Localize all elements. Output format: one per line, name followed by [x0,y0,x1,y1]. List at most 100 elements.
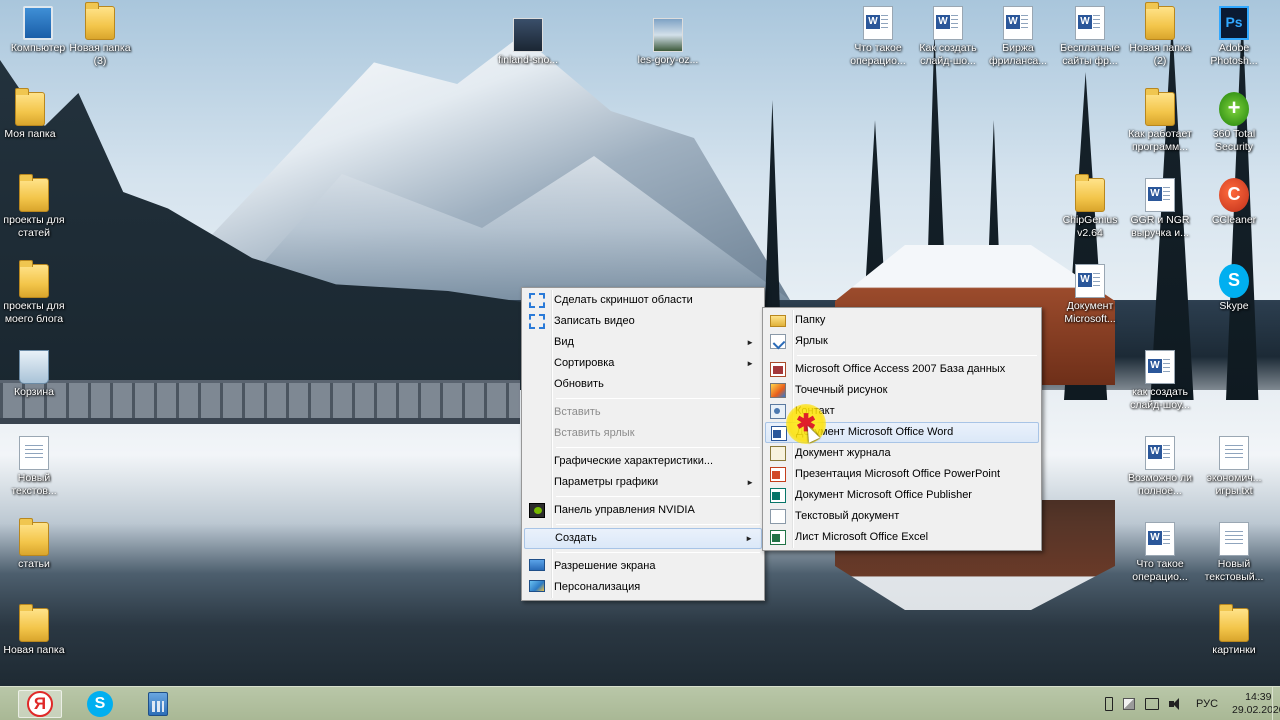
desktop-icon-new-folder-3[interactable]: Новая папка (3) [62,2,138,68]
desktop-icon-new-text-left[interactable]: Новый текстов... [0,436,72,498]
menu-item-view[interactable]: Вид ► [524,332,762,353]
powerpoint-icon [770,467,786,482]
wallpaper-bridge [0,380,520,424]
desktop-icon-birzha[interactable]: Биржа фриланса... [980,6,1056,68]
menu-item-graphics-options[interactable]: Параметры графики ► [524,472,762,493]
menu-item-create[interactable]: Создать ► [524,528,762,549]
desktop-icon-les-gory[interactable]: les-gory-oz... [630,18,706,67]
desktop-icon-kak-rabotaet[interactable]: Как работает программ... [1122,88,1198,154]
menu-item-label: Параметры графики [554,476,659,488]
desktop-icon-kartinki[interactable]: картинки [1196,604,1272,657]
create-item-access-database[interactable]: Microsoft Office Access 2007 База данных [765,359,1039,380]
desktop-icon-kak-sozdat[interactable]: Как создать слайд-шо... [910,6,986,68]
desktop-icon-ggr-ngr[interactable]: GGR и NGR выручка и... [1122,178,1198,240]
menu-item-label: Документ журнала [795,447,891,459]
menu-item-screenshot-area[interactable]: Сделать скриншот области [524,290,762,311]
word-document-icon [1145,178,1175,212]
desktop-icon-stati[interactable]: статьи [0,518,72,571]
text-document-icon [1219,522,1249,556]
desktop-icon-kak-sozdat-2[interactable]: как создать слайд-шоу... [1122,350,1198,412]
create-item-folder[interactable]: Папку [765,310,1039,331]
desktop-icon-label: CCleaner [1211,214,1257,226]
desktop-icon-ekonomich[interactable]: экономич... игры.txt [1196,436,1272,498]
desktop-icon-label: Документ Microsoft... [1064,300,1116,325]
folder-icon [19,604,49,642]
taskbar-yandex-browser[interactable]: Я [18,690,62,718]
volume-icon[interactable] [1169,698,1183,710]
menu-item-personalization[interactable]: Персонализация [524,577,762,598]
desktop-icon-dokument-microsoft[interactable]: Документ Microsoft... [1052,264,1128,326]
menu-item-nvidia-control-panel[interactable]: Панель управления NVIDIA [524,500,762,521]
desktop-icon-moya-papka[interactable]: Моя папка [0,88,68,141]
menu-item-label: Разрешение экрана [554,560,656,572]
menu-item-label: Графические характеристики... [554,455,714,467]
word-document-icon [1075,264,1105,298]
menu-item-paste-shortcut[interactable]: Вставить ярлык [524,423,762,444]
menu-item-screen-resolution[interactable]: Разрешение экрана [524,556,762,577]
desktop-icon-proekty-statey[interactable]: проекты для статей [0,174,72,240]
desktop-icon-novaya-papka[interactable]: Новая папка [0,604,72,657]
desktop-icon-vozmozhno[interactable]: Возможно ли полное... [1122,436,1198,498]
menu-separator [556,447,760,448]
input-language[interactable]: РУС [1196,698,1218,710]
desktop-icon-label: les-gory-oz... [637,54,699,66]
desktop-icon-new-text-right[interactable]: Новый текстовый... [1196,522,1272,584]
menu-item-label: Документ Microsoft Office Publisher [795,489,972,501]
desktop-icon-360-security[interactable]: + 360 Total Security [1196,92,1272,154]
access-icon [770,362,786,377]
create-item-shortcut[interactable]: Ярлык [765,331,1039,352]
create-item-excel[interactable]: Лист Microsoft Office Excel [765,527,1039,548]
desktop-icon-label: Как работает программ... [1128,128,1192,153]
create-item-powerpoint[interactable]: Презентация Microsoft Office PowerPoint [765,464,1039,485]
desktop-icon-recycle-bin[interactable]: Корзина [0,350,72,399]
create-item-publisher[interactable]: Документ Microsoft Office Publisher [765,485,1039,506]
desktop-icon-label: Новая папка (2) [1129,42,1191,67]
text-document-icon [19,436,49,470]
desktop-icon-proekty-bloga[interactable]: проекты для моего блога [0,260,72,326]
menu-item-graphics-properties[interactable]: Графические характеристики... [524,451,762,472]
menu-item-sort[interactable]: Сортировка ► [524,353,762,374]
menu-item-label: Текстовый документ [795,510,900,522]
desktop-icon-chipgenius[interactable]: ChipGenius v2.64 [1052,174,1128,240]
desktop-icon-skype[interactable]: S Skype [1196,264,1272,313]
battery-icon[interactable] [1105,697,1113,711]
desktop-icon-label: Новая папка [3,644,65,656]
menu-item-refresh[interactable]: Обновить [524,374,762,395]
network-icon[interactable] [1145,698,1159,710]
menu-separator [556,524,760,525]
word-document-icon [1145,522,1175,556]
desktop-icon-new-folder-2[interactable]: Новая папка (2) [1122,2,1198,68]
skype-icon: S [87,691,113,717]
menu-item-label: Персонализация [554,581,641,593]
image-thumbnail-icon [653,18,683,52]
taskbar-skype[interactable]: S [78,690,122,718]
desktop-icon-ccleaner[interactable]: C CCleaner [1196,178,1272,227]
submenu-arrow-icon: ► [746,359,754,368]
create-item-bitmap[interactable]: Точечный рисунок [765,380,1039,401]
desktop-icon-besplatnye[interactable]: Бесплатные сайты фр... [1052,6,1128,68]
menu-item-label: Презентация Microsoft Office PowerPoint [795,468,1001,480]
desktop-icon-chto-takoe-2[interactable]: Что такое операцио... [1122,522,1198,584]
menu-item-label: Ярлык [795,335,828,347]
action-center-flag-icon[interactable] [1123,698,1135,710]
skype-icon: S [1219,264,1249,298]
word-document-icon [1145,350,1175,384]
menu-item-paste[interactable]: Вставить [524,402,762,423]
menu-item-record-video[interactable]: Записать видео [524,311,762,332]
desktop-icon-photoshop[interactable]: Ps Adobe Photosh... [1196,6,1272,68]
desktop-icon-finland[interactable]: finland-sno... [490,18,566,67]
desktop-icon-label: Новый текстов... [11,472,57,497]
create-item-text-document[interactable]: Текстовый документ [765,506,1039,527]
submenu-arrow-icon: ► [745,534,753,543]
folder-icon [1145,2,1175,40]
taskbar-calculator[interactable] [136,690,180,718]
menu-item-label: Обновить [554,378,604,390]
system-tray: РУС 14:39 29.02.2020 [1100,687,1280,720]
show-desktop-button[interactable] [1272,687,1280,720]
create-item-journal-document[interactable]: Документ журнала [765,443,1039,464]
personalization-icon [529,580,545,592]
menu-item-label: Лист Microsoft Office Excel [795,531,929,543]
menu-item-label: Записать видео [554,315,635,327]
word-document-icon [1145,436,1175,470]
desktop-icon-chto-takoe[interactable]: Что такое операцио... [840,6,916,68]
